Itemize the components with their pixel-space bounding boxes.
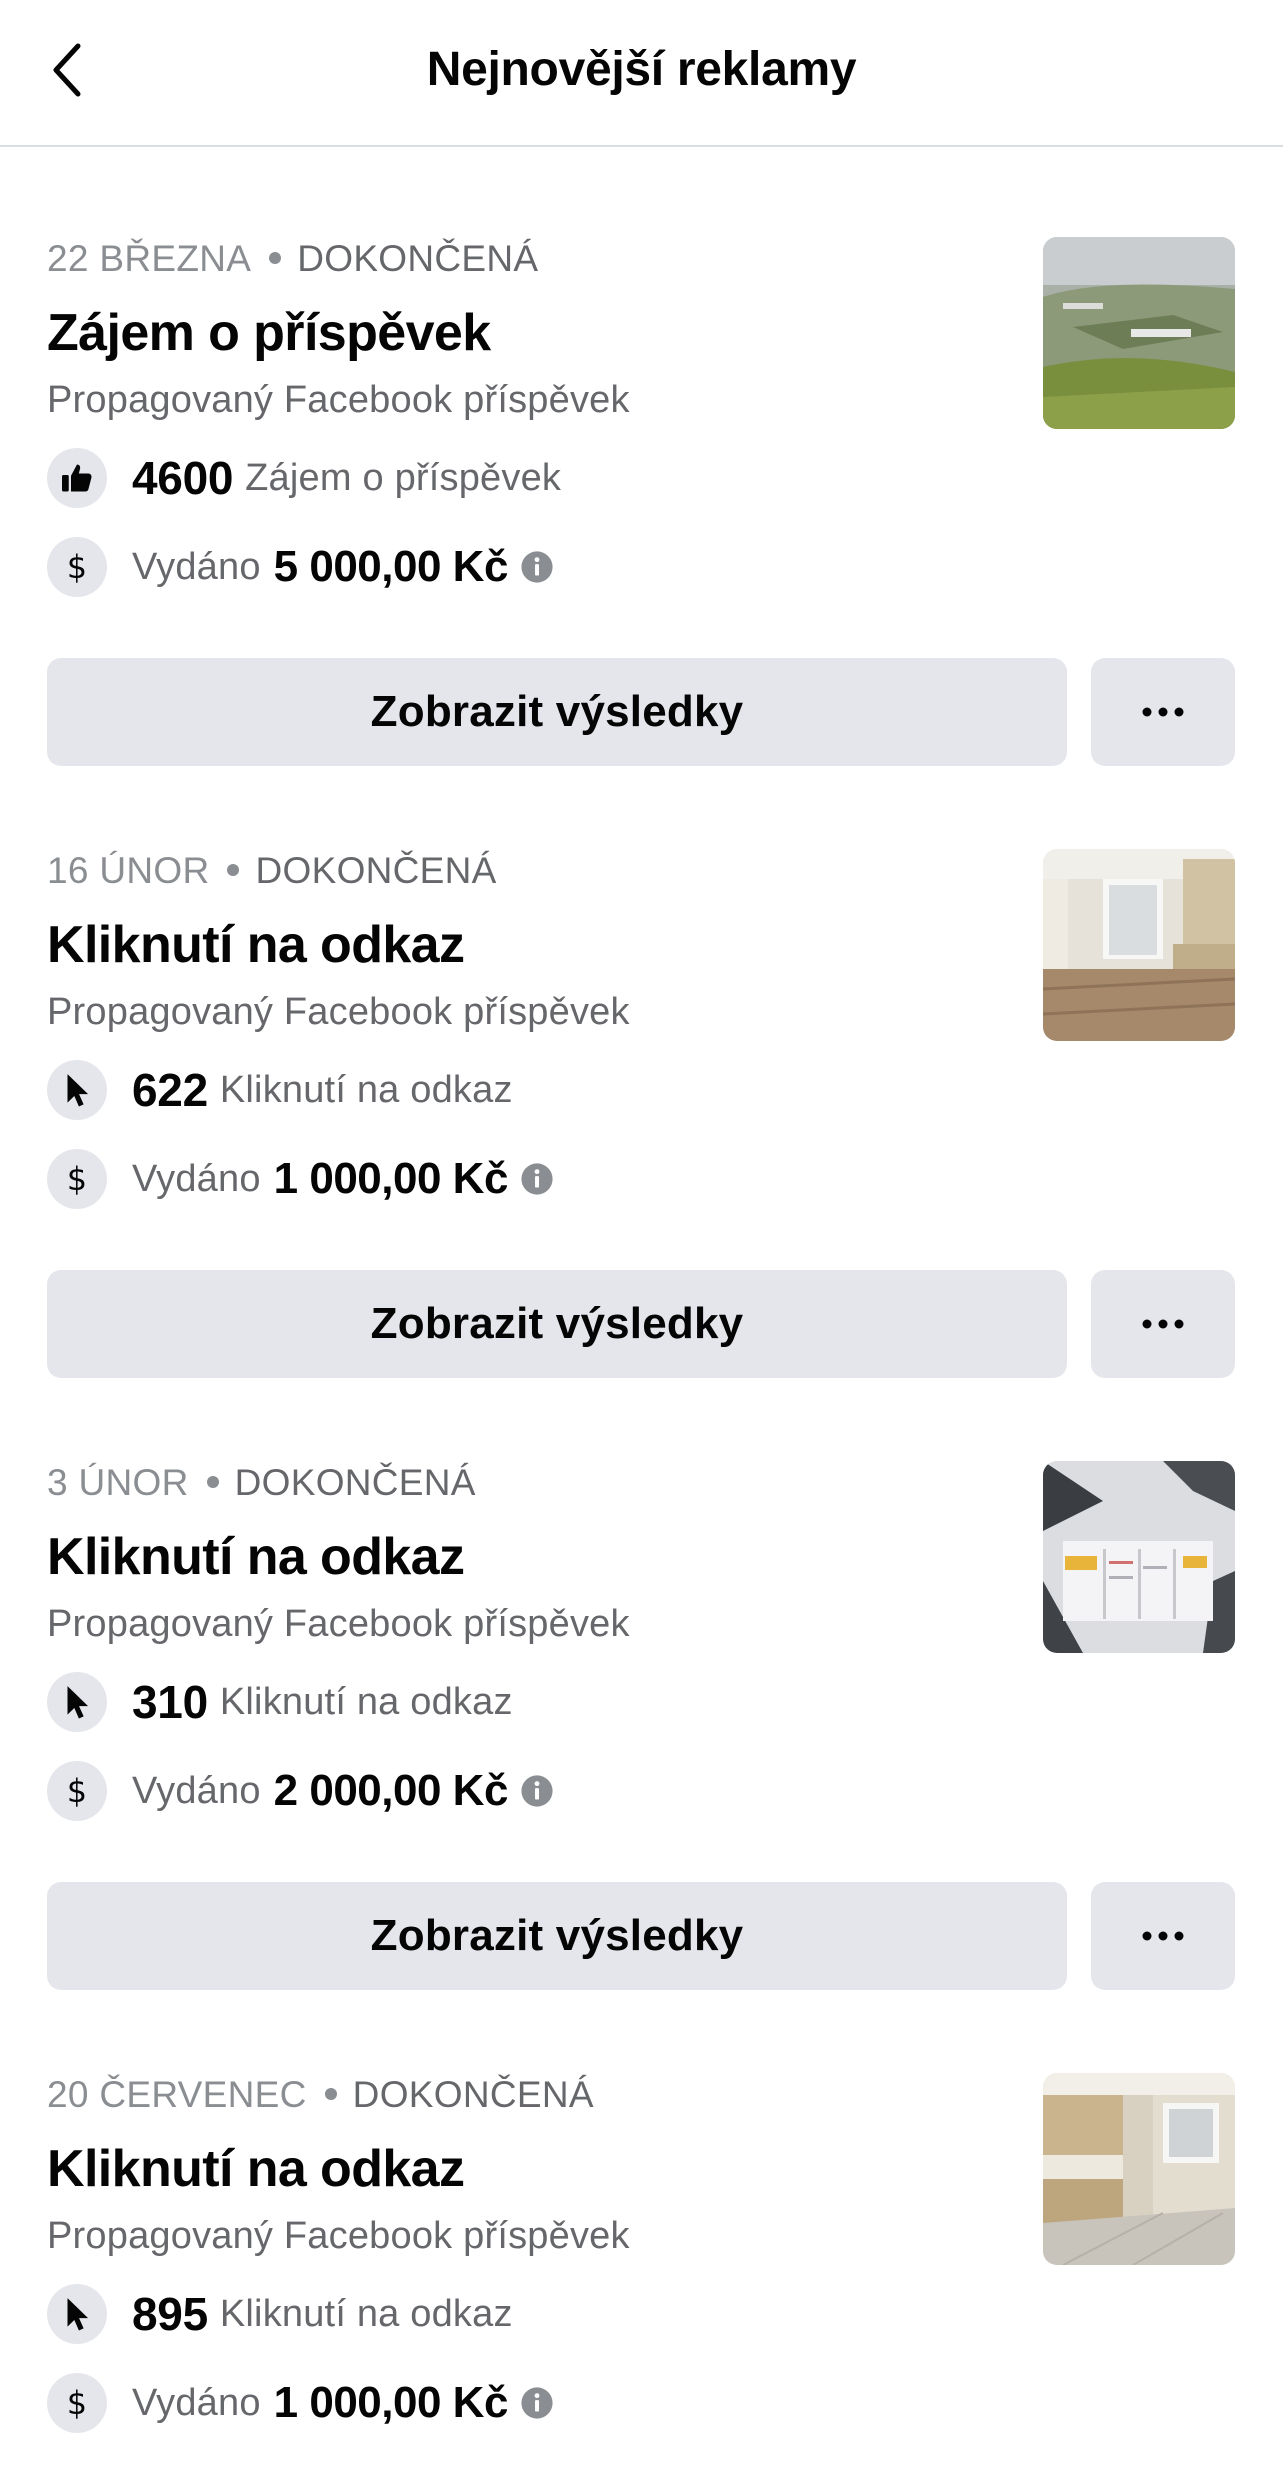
spent-label: Vydáno [132, 1769, 261, 1812]
ad-status: DOKONČENÁ [297, 238, 539, 279]
ad-title: Kliknutí na odkaz [47, 2140, 465, 2198]
metric-value: 895 [132, 2288, 208, 2340]
ad-meta: 16 ÚNOR DOKONČENÁ [47, 846, 497, 896]
spent-icon-wrap [47, 537, 107, 597]
ad-subtitle: Propagovaný Facebook příspěvek [47, 991, 630, 1033]
info-icon[interactable] [520, 1774, 554, 1808]
separator-dot [206, 1476, 219, 1489]
ad-title: Kliknutí na odkaz [47, 1528, 465, 1586]
page-title: Nejnovější reklamy [426, 43, 857, 96]
info-icon[interactable] [520, 550, 554, 584]
cursor-icon [58, 1683, 96, 1721]
metric-value: 622 [132, 1064, 208, 1116]
ad-meta: 3 ÚNOR DOKONČENÁ [47, 1458, 476, 1508]
more-options-button[interactable] [1091, 658, 1235, 766]
floor-plan-image [1043, 1461, 1235, 1653]
cursor-icon [58, 1071, 96, 1109]
ad-status: DOKONČENÁ [255, 850, 497, 891]
dollar-icon [58, 2384, 96, 2422]
ad-thumbnail[interactable] [1043, 849, 1235, 1041]
ad-meta: 22 BŘEZNA DOKONČENÁ [47, 234, 538, 284]
spent-icon-wrap [47, 1149, 107, 1209]
spent-label: Vydáno [132, 545, 261, 588]
metric-label: Kliknutí na odkaz [219, 1680, 513, 1723]
view-results-button[interactable]: Zobrazit výsledky [47, 1882, 1067, 1990]
view-results-button[interactable]: Zobrazit výsledky [47, 1270, 1067, 1378]
metric-label: Kliknutí na odkaz [219, 2292, 513, 2335]
metric-label: Zájem o příspěvek [245, 456, 562, 499]
more-dots-icon [1141, 1319, 1185, 1329]
ad-subtitle: Propagovaný Facebook příspěvek [47, 1603, 630, 1645]
metric-row: 310 Kliknutí na odkaz [47, 1672, 513, 1732]
ad-thumbnail[interactable] [1043, 237, 1235, 429]
ad-card: 3 ÚNOR DOKONČENÁ Kliknutí na odkaz Propag… [0, 1461, 1283, 2073]
aerial-photo-image [1043, 237, 1235, 429]
info-icon[interactable] [520, 1162, 554, 1196]
spent-label: Vydáno [132, 1157, 261, 1200]
dollar-icon [58, 1772, 96, 1810]
ad-card: 22 BŘEZNA DOKONČENÁ Zájem o příspěvek Pro… [0, 237, 1283, 849]
more-options-button[interactable] [1091, 1270, 1235, 1378]
ad-card: 16 ÚNOR DOKONČENÁ Kliknutí na odkaz Propa… [0, 849, 1283, 1461]
metric-icon-wrap [47, 2284, 107, 2344]
spent-row: Vydáno 5 000,00 Kč [47, 537, 554, 597]
separator-dot [324, 2088, 337, 2101]
ad-subtitle: Propagovaný Facebook příspěvek [47, 2215, 630, 2257]
ad-date: 22 BŘEZNA [47, 238, 252, 279]
spent-amount: 2 000,00 Kč [273, 1766, 509, 1815]
metric-value: 310 [132, 1676, 208, 1728]
ad-meta: 20 ČERVENEC DOKONČENÁ [47, 2073, 594, 2120]
spent-row: Vydáno 1 000,00 Kč [47, 1149, 554, 1209]
top-bar: Nejnovější reklamy [0, 0, 1283, 147]
spent-icon-wrap [47, 1761, 107, 1821]
ad-date: 20 ČERVENEC [47, 2074, 307, 2115]
kitchen-photo-image [1043, 2073, 1235, 2265]
ad-status: DOKONČENÁ [234, 1462, 476, 1503]
metric-icon-wrap [47, 1060, 107, 1120]
ad-date: 3 ÚNOR [47, 1462, 189, 1503]
separator-dot [269, 252, 282, 265]
ad-status: DOKONČENÁ [352, 2074, 594, 2115]
metric-value: 4600 [132, 452, 234, 504]
ad-thumbnail[interactable] [1043, 1461, 1235, 1653]
more-options-button[interactable] [1091, 1882, 1235, 1990]
thumbs-up-icon [62, 464, 92, 492]
metric-row: 622 Kliknutí na odkaz [47, 1060, 513, 1120]
metric-icon-wrap [47, 1672, 107, 1732]
separator-dot [227, 864, 240, 877]
metric-label: Kliknutí na odkaz [219, 1068, 513, 1111]
ad-subtitle: Propagovaný Facebook příspěvek [47, 379, 630, 421]
cursor-icon [58, 2295, 96, 2333]
spent-label: Vydáno [132, 2381, 261, 2424]
interior-photo-image [1043, 849, 1235, 1041]
view-results-button[interactable]: Zobrazit výsledky [47, 658, 1067, 766]
info-icon[interactable] [520, 2386, 554, 2420]
more-dots-icon [1141, 1931, 1185, 1941]
metric-icon-wrap [47, 448, 107, 508]
ad-date: 16 ÚNOR [47, 850, 210, 891]
spent-amount: 5 000,00 Kč [273, 542, 509, 591]
dollar-icon [58, 548, 96, 586]
spent-row: Vydáno 1 000,00 Kč [47, 2373, 554, 2433]
ad-card: 20 ČERVENEC DOKONČENÁ Kliknutí na odkaz P… [0, 2073, 1283, 2477]
spent-amount: 1 000,00 Kč [273, 2378, 509, 2427]
dollar-icon [58, 1160, 96, 1198]
metric-row: 4600 Zájem o příspěvek [47, 448, 561, 508]
ad-title: Zájem o příspěvek [47, 304, 491, 362]
spent-row: Vydáno 2 000,00 Kč [47, 1761, 554, 1821]
spent-amount: 1 000,00 Kč [273, 1154, 509, 1203]
ad-title: Kliknutí na odkaz [47, 916, 465, 974]
metric-row: 895 Kliknutí na odkaz [47, 2284, 513, 2344]
spent-icon-wrap [47, 2373, 107, 2433]
ad-thumbnail[interactable] [1043, 2073, 1235, 2265]
more-dots-icon [1141, 707, 1185, 717]
